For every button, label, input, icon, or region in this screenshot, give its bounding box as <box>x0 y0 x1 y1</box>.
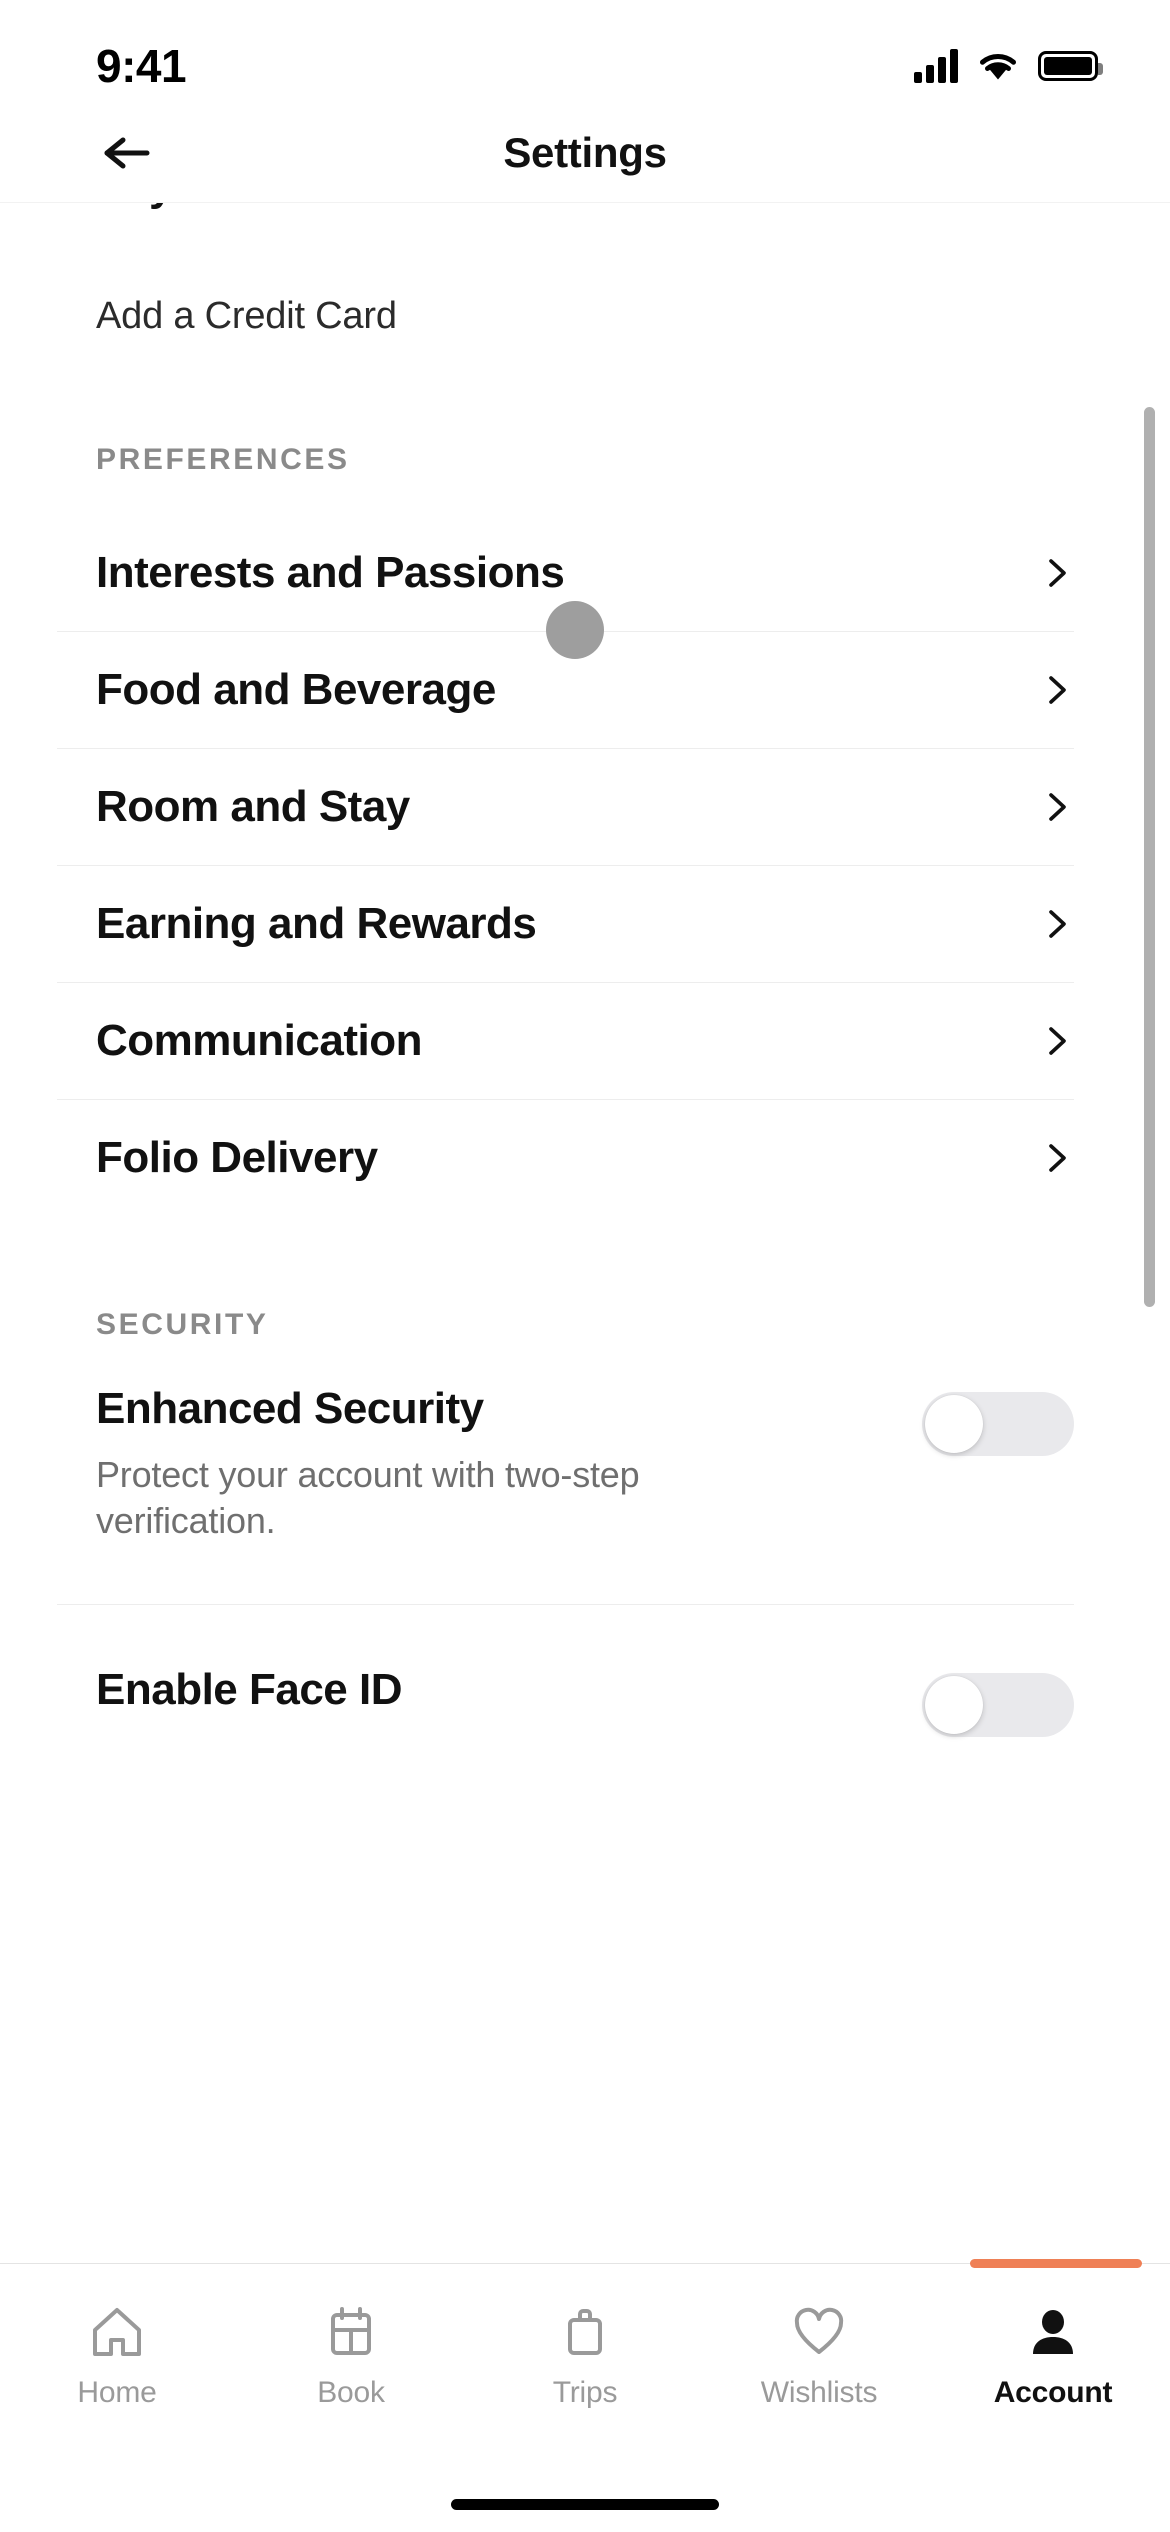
list-item-label: Room and Stay <box>96 782 410 831</box>
list-item-label: Communication <box>96 1016 422 1065</box>
list-item-label: Folio Delivery <box>96 1133 378 1182</box>
arrow-left-icon <box>104 137 150 169</box>
enhanced-security-title: Enhanced Security <box>96 1384 484 1433</box>
chevron-right-icon <box>1049 1027 1066 1055</box>
payment-information-label: Payment Information <box>96 203 526 211</box>
payment-information-row[interactable]: Payment Information <box>0 203 1170 265</box>
tab-home[interactable]: Home <box>0 2304 234 2410</box>
tab-label: Trips <box>552 2376 618 2409</box>
chevron-right-icon <box>1049 559 1066 587</box>
list-item-label: Food and Beverage <box>96 665 496 714</box>
tab-book[interactable]: Book <box>234 2304 468 2410</box>
enhanced-security-texts: Enhanced Security Protect your account w… <box>96 1384 882 1544</box>
preferences-section-label: PREFERENCES <box>96 443 350 476</box>
cellular-signal-icon <box>914 49 958 83</box>
face-id-toggle[interactable] <box>922 1673 1074 1738</box>
navigation-header: Settings <box>0 104 1170 203</box>
toggle-knob <box>925 1395 983 1453</box>
status-bar: 9:41 <box>0 0 1170 104</box>
tab-label: Wishlists <box>760 2376 878 2409</box>
chevron-right-icon <box>1049 793 1066 821</box>
tab-label: Book <box>317 2376 385 2409</box>
tab-label: Home <box>77 2376 157 2409</box>
battery-icon <box>1038 51 1103 81</box>
chevron-right-icon <box>1049 676 1066 704</box>
list-item-enable-face-id[interactable]: Enable Face ID <box>0 1665 1170 1738</box>
page-title: Settings <box>503 129 667 176</box>
vertical-scrollbar[interactable] <box>1144 407 1155 1307</box>
status-time: 9:41 <box>96 40 187 92</box>
list-item-label: Earning and Rewards <box>96 899 537 948</box>
chevron-right-icon <box>1049 910 1066 938</box>
home-icon <box>93 2308 141 2356</box>
cursor-pointer <box>546 601 604 659</box>
toggle-knob <box>925 1676 983 1735</box>
status-icons <box>914 49 1103 83</box>
wifi-icon <box>980 54 1016 80</box>
enhanced-security-toggle[interactable] <box>922 1392 1074 1456</box>
face-id-title: Enable Face ID <box>96 1665 403 1715</box>
briefcase-icon <box>568 2309 602 2355</box>
person-icon <box>1033 2310 1073 2354</box>
face-id-texts: Enable Face ID <box>96 1665 882 1715</box>
calendar-icon <box>331 2307 371 2355</box>
list-item-enhanced-security[interactable]: Enhanced Security Protect your account w… <box>0 1384 1170 1544</box>
list-item-folio-delivery[interactable]: Folio Delivery <box>0 1100 1170 1216</box>
active-tab-indicator <box>970 2259 1142 2268</box>
list-item-earning-and-rewards[interactable]: Earning and Rewards <box>0 866 1170 982</box>
tab-trips[interactable]: Trips <box>468 2304 702 2410</box>
bottom-tab-bar: Home Book Trips Wishlists Account <box>0 2259 1170 2532</box>
heart-icon <box>794 2307 844 2354</box>
list-item-label: Interests and Passions <box>96 548 565 597</box>
tab-wishlists[interactable]: Wishlists <box>702 2304 936 2410</box>
security-section-label: SECURITY <box>96 1308 269 1341</box>
settings-scroll-area[interactable]: Payment Information Add a Credit Card PR… <box>0 203 1170 2263</box>
settings-screen: 9:41 Settings Add a Credit Card PREFEREN… <box>0 0 1170 2532</box>
list-item-communication[interactable]: Communication <box>0 983 1170 1099</box>
home-indicator <box>451 2499 719 2510</box>
tab-account[interactable]: Account <box>936 2304 1170 2410</box>
add-credit-card-link[interactable]: Add a Credit Card <box>0 295 1170 338</box>
chevron-right-icon <box>1049 1144 1066 1172</box>
back-button[interactable] <box>96 122 158 184</box>
list-item-room-and-stay[interactable]: Room and Stay <box>0 749 1170 865</box>
enhanced-security-subtitle: Protect your account with two-step verif… <box>96 1454 640 1542</box>
tab-label: Account <box>993 2376 1113 2409</box>
